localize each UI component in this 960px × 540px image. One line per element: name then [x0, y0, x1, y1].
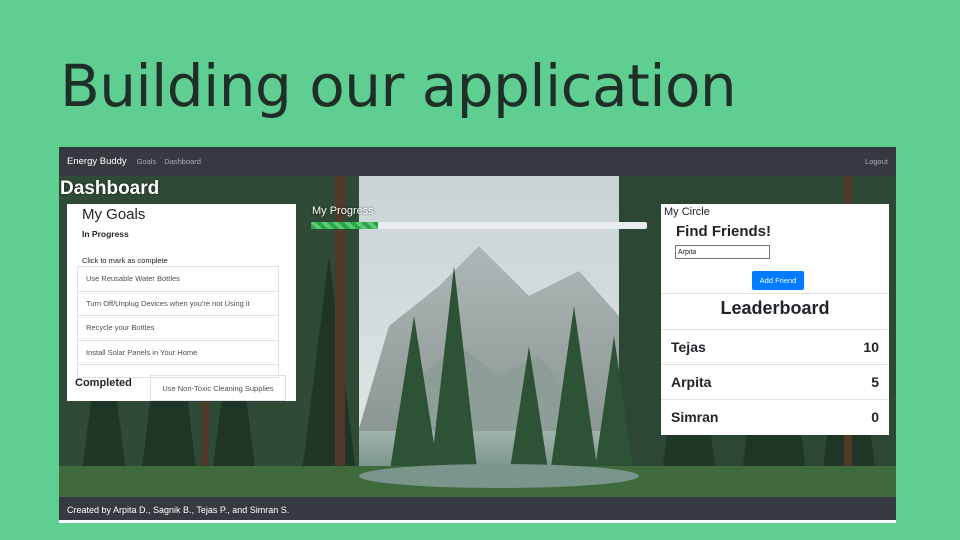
dashboard-title: Dashboard: [60, 178, 160, 199]
leaderboard-title: Leaderboard: [720, 298, 830, 318]
nav-link-dashboard[interactable]: Dashboard: [164, 157, 201, 166]
goal-item[interactable]: Use Reusable Water Bottles: [78, 267, 278, 292]
leaderboard-score: 5: [871, 374, 879, 390]
goal-item[interactable]: Turn Off/Unplug Devices when you're not …: [78, 292, 278, 316]
slide-title: Building our application: [60, 52, 737, 120]
completed-heading: Completed: [75, 377, 132, 389]
navbar: Energy Buddy Goals Dashboard Logout: [59, 147, 896, 176]
navbar-brand[interactable]: Energy Buddy: [67, 156, 127, 167]
leaderboard-row: Simran 0: [661, 399, 889, 434]
nav-link-goals[interactable]: Goals: [137, 157, 157, 166]
goal-list: Use Reusable Water Bottles Turn Off/Unpl…: [77, 266, 279, 378]
circle-card: Find Friends! Add Friend Leaderboard Tej…: [661, 204, 889, 435]
leaderboard-row: Tejas 10: [661, 329, 889, 364]
leaderboard-row: Arpita 5: [661, 364, 889, 399]
footer-strip: [59, 520, 896, 523]
goals-card: My Goals In Progress Click to mark as co…: [67, 204, 296, 401]
progress-label: My Progress: [312, 205, 374, 217]
leaderboard-name: Arpita: [671, 374, 712, 390]
goals-in-progress-heading: In Progress: [82, 229, 129, 239]
progress-bar: [311, 222, 647, 229]
goal-item[interactable]: Recycle your Bottles: [78, 316, 278, 341]
footer: Created by Arpita D., Sagnik B., Tejas P…: [59, 497, 896, 523]
goals-title: My Goals: [82, 206, 146, 223]
friend-search-input[interactable]: [675, 245, 770, 259]
find-friends-title: Find Friends!: [676, 223, 771, 240]
goals-hint: Click to mark as complete: [82, 256, 168, 265]
logout-link[interactable]: Logout: [865, 157, 888, 166]
completed-goal-item[interactable]: Use Non-Toxic Cleaning Supplies: [150, 375, 286, 401]
my-circle-label: My Circle: [662, 206, 712, 218]
leaderboard-name: Tejas: [671, 339, 706, 355]
leaderboard-name: Simran: [671, 409, 719, 425]
app-screenshot: Energy Buddy Goals Dashboard Logout Dash…: [59, 147, 896, 523]
progress-bar-fill: [311, 222, 379, 229]
divider: [661, 293, 889, 294]
leaderboard-score: 0: [871, 409, 879, 425]
footer-credits: Created by Arpita D., Sagnik B., Tejas P…: [67, 505, 290, 515]
leaderboard-table: Tejas 10 Arpita 5 Simran 0: [661, 329, 889, 434]
leaderboard-score: 10: [863, 339, 879, 355]
goal-item[interactable]: Install Solar Panels in Your Home: [78, 341, 278, 365]
add-friend-button[interactable]: Add Friend: [752, 271, 804, 290]
